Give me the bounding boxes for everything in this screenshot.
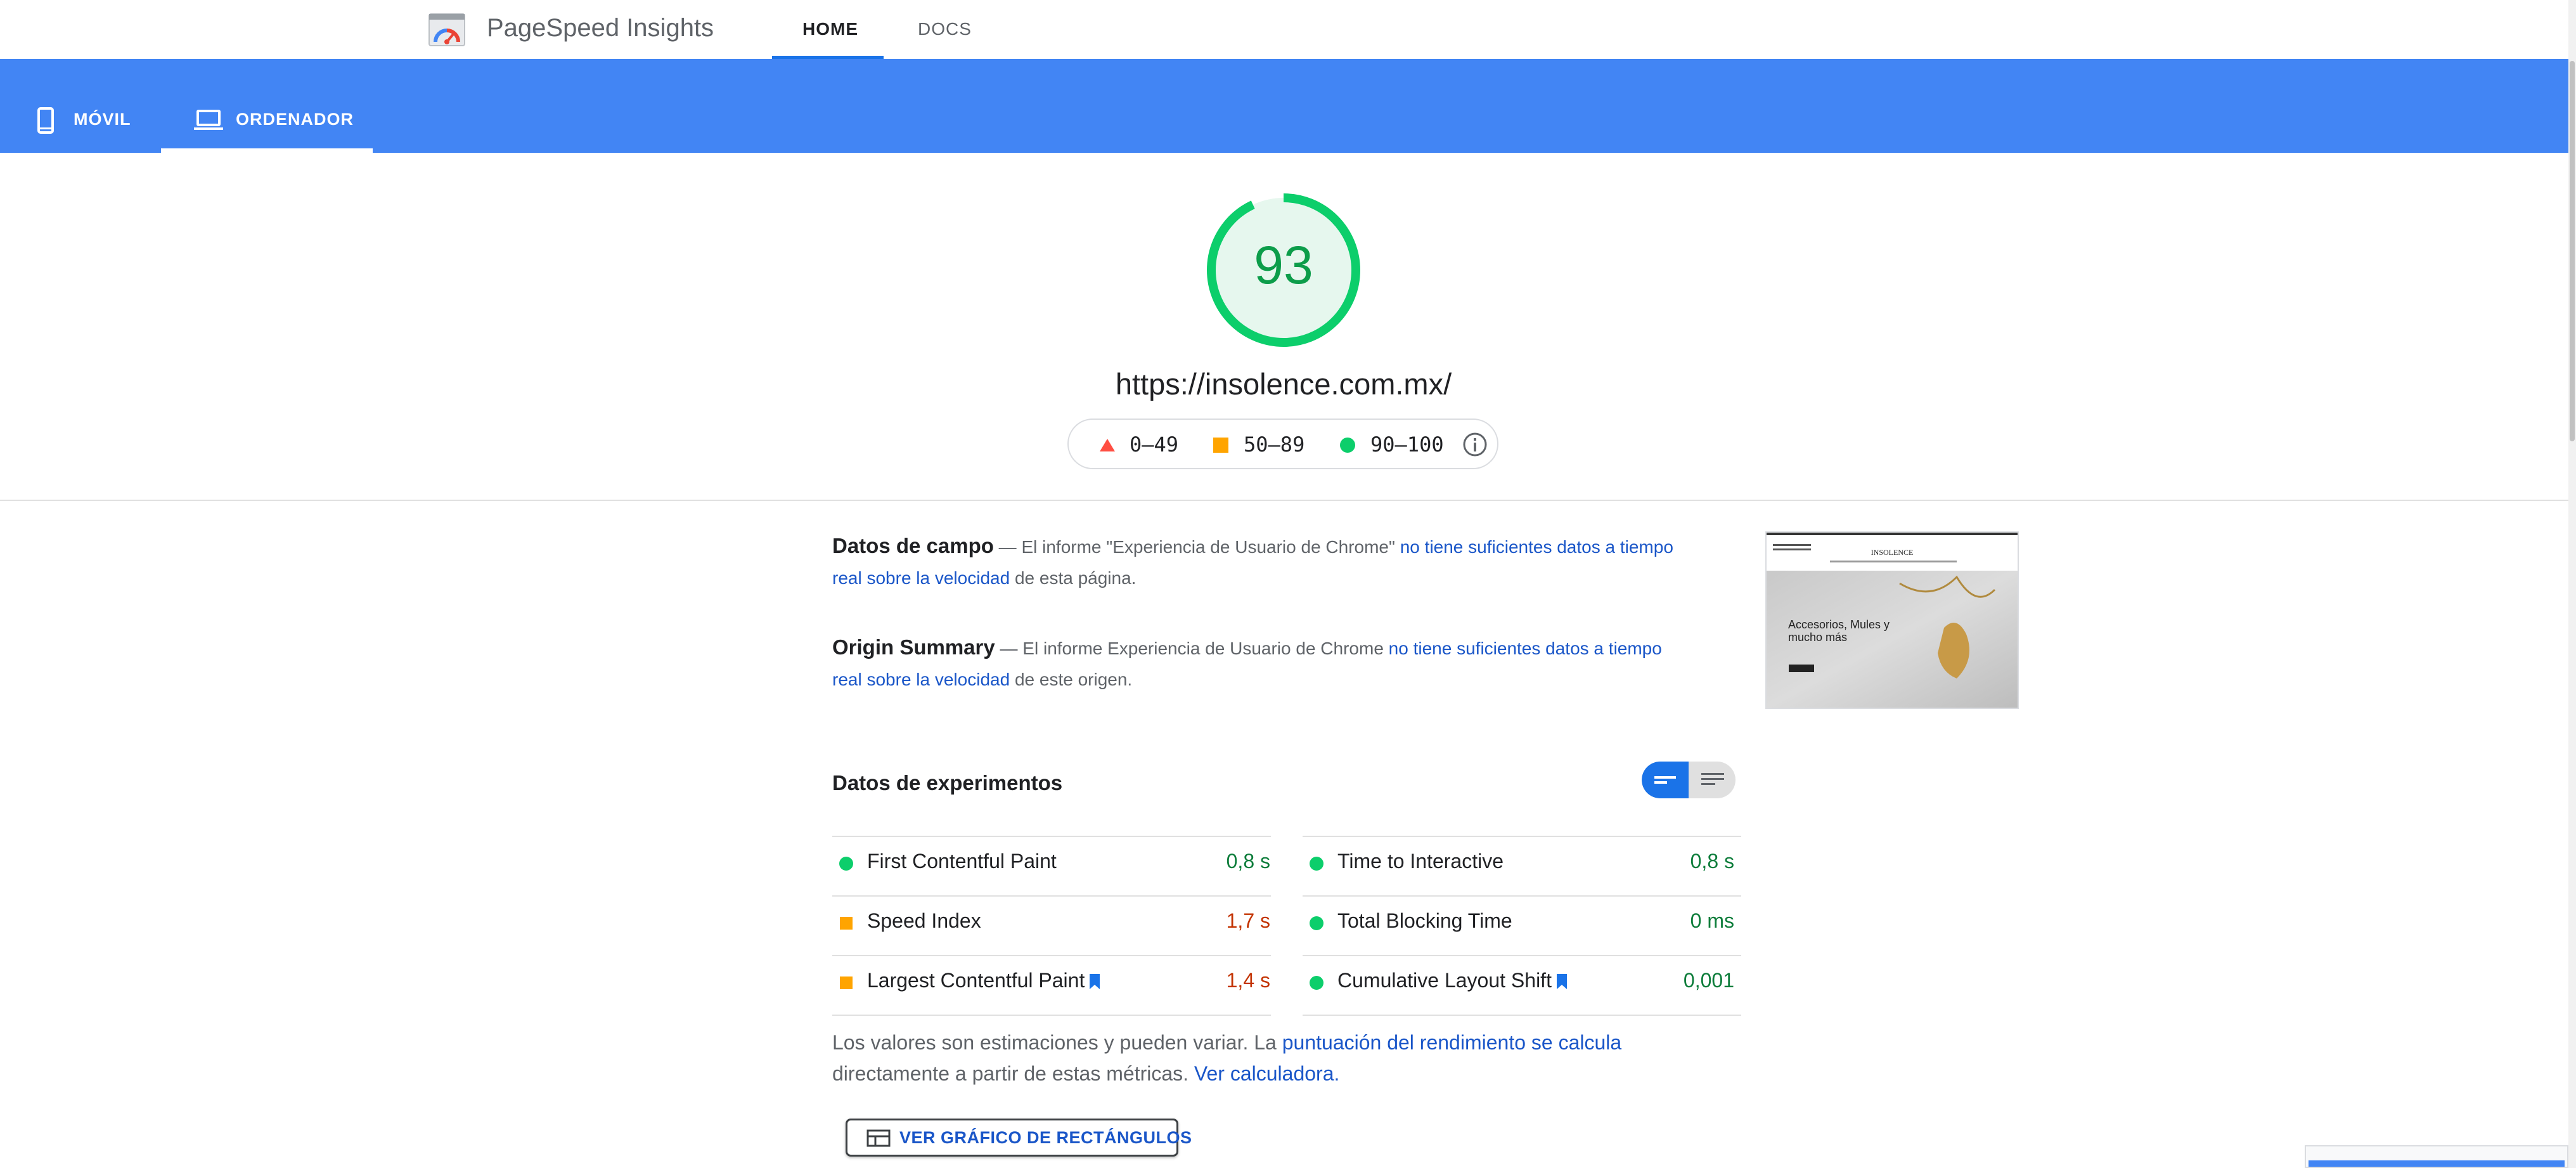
active-device-indicator	[161, 148, 373, 153]
origin-summary-section: Origin Summary — El informe Experiencia …	[832, 632, 1688, 695]
lab-data-title: Datos de experimentos	[832, 771, 1063, 795]
metric-name: Largest Contentful Paint	[867, 969, 1085, 992]
smartphone-icon	[37, 107, 54, 134]
app-title[interactable]: PageSpeed Insights	[487, 14, 714, 42]
metrics-view-toggle[interactable]	[1642, 762, 1736, 798]
metric-value: 0,8 s	[1226, 850, 1270, 873]
tab-docs[interactable]: DOCS	[918, 19, 972, 39]
corner-preview-bar	[2309, 1160, 2565, 1167]
calculator-link[interactable]: Ver calculadora.	[1194, 1062, 1339, 1085]
good-circle-icon	[1310, 916, 1323, 930]
metric-divider	[1303, 895, 1741, 897]
legend-average: 50–89	[1244, 432, 1305, 457]
short-lines-icon	[1654, 776, 1676, 784]
origin-summary-suffix: de este origen.	[1010, 670, 1133, 689]
good-circle-icon	[1310, 976, 1323, 990]
corner-preview-window[interactable]	[2305, 1145, 2568, 1168]
average-square-icon	[840, 977, 853, 989]
field-data-prefix: — El informe "Experiencia de Usuario de …	[993, 537, 1400, 557]
bookmark-flag-icon	[1557, 974, 1567, 989]
metrics-note: Los valores son estimaciones y pueden va…	[832, 1027, 1720, 1089]
long-lines-icon[interactable]	[1701, 772, 1724, 788]
field-data-suffix: de esta página.	[1010, 568, 1137, 588]
thumbnail-site-name: INSOLENCE	[1871, 548, 1914, 557]
metric-divider	[832, 955, 1271, 956]
device-tab-desktop[interactable]: ORDENADOR	[161, 59, 373, 153]
good-circle-icon	[1340, 438, 1355, 453]
laptop-icon	[194, 110, 223, 130]
performance-score-link[interactable]: puntuación del rendimiento se calcula	[1282, 1031, 1621, 1054]
metric-divider	[1303, 1015, 1741, 1016]
metric-value: 0,001	[1683, 969, 1734, 992]
good-circle-icon	[839, 857, 853, 871]
analyzed-url: https://insolence.com.mx/	[1115, 367, 1452, 401]
section-divider	[0, 500, 2568, 501]
device-desktop-label: ORDENADOR	[236, 110, 354, 129]
note-text-2: directamente a partir de estas métricas.	[832, 1062, 1194, 1085]
metric-name: Time to Interactive	[1337, 850, 1504, 873]
metric-value: 1,4 s	[1226, 969, 1270, 992]
page-screenshot-thumbnail: INSOLENCE Accesorios, Mules y mucho más	[1765, 531, 2019, 709]
score-legend: 0–49 50–89 90–100	[1067, 419, 1498, 469]
good-circle-icon	[1310, 857, 1323, 871]
legend-good: 90–100	[1370, 432, 1444, 457]
metric-divider	[832, 895, 1271, 897]
toggle-compact-view[interactable]	[1642, 762, 1689, 798]
legend-poor: 0–49	[1130, 432, 1179, 457]
top-header: PageSpeed Insights HOME DOCS	[0, 0, 2568, 59]
scrollbar-thumb[interactable]	[2570, 61, 2575, 441]
metric-name: Cumulative Layout Shift	[1337, 969, 1552, 992]
tab-home[interactable]: HOME	[802, 19, 858, 39]
origin-summary-title: Origin Summary	[832, 635, 995, 659]
poor-triangle-icon	[1100, 439, 1115, 451]
thumbnail-hero-text: Accesorios, Mules y mucho más	[1788, 618, 1890, 644]
note-text-1: Los valores son estimaciones y pueden va…	[832, 1031, 1282, 1054]
metric-name: First Contentful Paint	[867, 850, 1057, 873]
metric-divider	[832, 1015, 1271, 1016]
metric-divider	[832, 836, 1271, 837]
device-mobile-label: MÓVIL	[74, 110, 131, 129]
metric-value: 0 ms	[1690, 909, 1734, 932]
performance-score-value: 93	[1254, 235, 1313, 295]
metric-name: Speed Index	[867, 909, 981, 932]
view-treemap-button[interactable]: VER GRÁFICO DE RECTÁNGULOS	[846, 1119, 1192, 1157]
field-data-section: Datos de campo — El informe "Experiencia…	[832, 530, 1688, 594]
origin-summary-prefix: — El informe Experiencia de Usuario de C…	[995, 639, 1389, 658]
treemap-icon	[866, 1129, 891, 1147]
bookmark-flag-icon	[1090, 974, 1100, 989]
metric-name: Total Blocking Time	[1337, 909, 1512, 932]
average-square-icon	[1213, 438, 1228, 453]
average-square-icon	[840, 917, 853, 930]
treemap-button-label: VER GRÁFICO DE RECTÁNGULOS	[899, 1128, 1192, 1147]
info-icon[interactable]	[1462, 431, 1488, 458]
device-tab-mobile[interactable]: MÓVIL	[0, 59, 152, 153]
metric-divider	[1303, 955, 1741, 956]
metric-value: 1,7 s	[1226, 909, 1270, 932]
metric-divider	[1303, 836, 1741, 837]
field-data-title: Datos de campo	[832, 534, 994, 557]
device-selector-band: MÓVIL ORDENADOR	[0, 59, 2568, 153]
metric-value: 0,8 s	[1690, 850, 1734, 873]
pagespeed-logo-icon[interactable]	[428, 13, 466, 47]
